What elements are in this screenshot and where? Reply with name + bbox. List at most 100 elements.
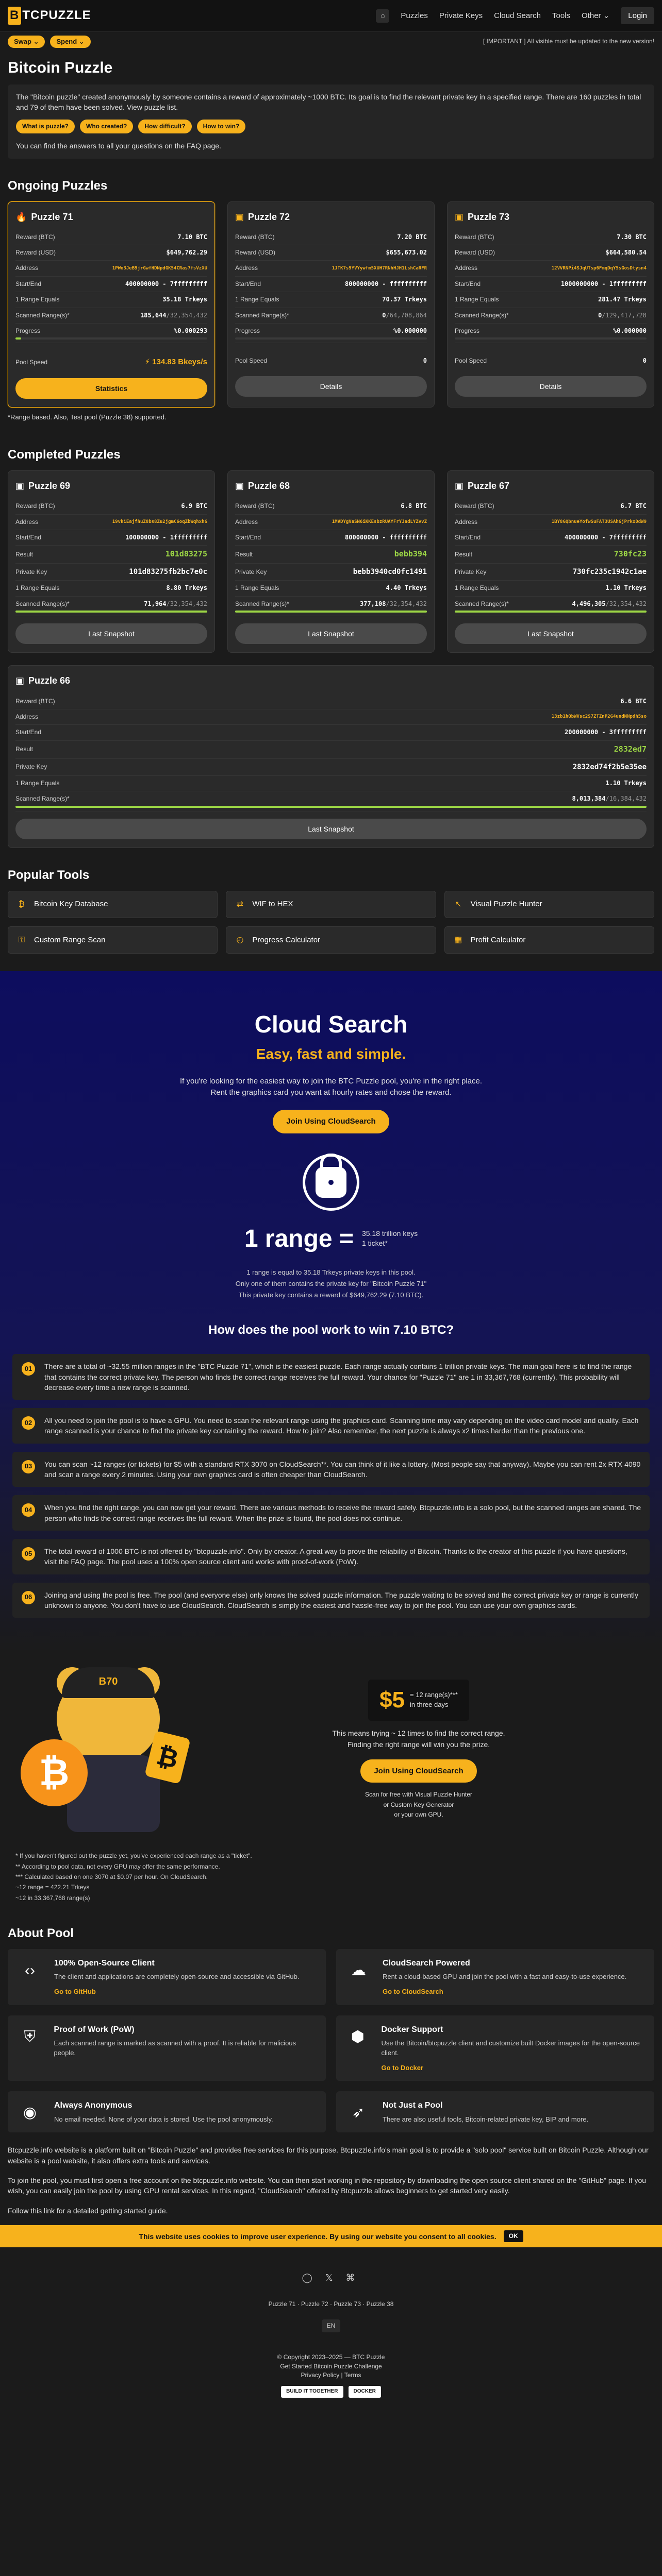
who-created-button[interactable]: Who created? xyxy=(80,120,134,134)
card-row-speed: Pool Speed ⚡ 134.83 Bkeys/s xyxy=(15,358,207,367)
scan-2[interactable]: or Custom Key Generator xyxy=(191,1800,647,1810)
card-row-address: Address 19vkiEajfhuZ8bs8Zu2jgmC6oqZbWqhxh… xyxy=(15,515,207,530)
card-row-scanned: Scanned Range(s)* 0/64,708,864 xyxy=(235,308,427,324)
scan-1[interactable]: Scan for free with Visual Puzzle Hunter xyxy=(191,1790,647,1800)
row-value[interactable]: 13zb1hQbWVsc2S7ZTZnP2G4undNNpdh5so xyxy=(552,714,647,720)
card-row-reward-btc: Reward (BTC) 7.10 BTC xyxy=(15,230,207,246)
about-link[interactable]: Go to CloudSearch xyxy=(383,1987,626,1997)
how-to-win-button[interactable]: How to win? xyxy=(196,120,246,134)
tool-icon: ₿ xyxy=(19,900,25,909)
page-title: Bitcoin Puzzle xyxy=(8,59,113,76)
top-nav: B TCPUZZLE ⌂ Puzzles Private Keys Cloud S… xyxy=(0,0,662,32)
home-icon[interactable]: ⌂ xyxy=(376,9,390,23)
tool-5[interactable]: ▦ Profit Calculator xyxy=(444,926,654,954)
about-title: Always Anonymous xyxy=(54,2101,133,2110)
row-value[interactable]: 1MVDYgVaSN6iKKEsbzRUAYFrYJadLYZvvZ xyxy=(332,519,427,526)
range-big: 1 range = xyxy=(244,1225,354,1252)
details-button[interactable]: Details xyxy=(235,376,427,397)
last-snapshot-button[interactable]: Last Snapshot xyxy=(235,623,427,645)
join-cloudsearch-button[interactable]: Join Using CloudSearch xyxy=(273,1109,389,1133)
card-row-progress: Progress %0.000000 xyxy=(235,324,427,344)
nav-tools[interactable]: Tools xyxy=(552,10,570,22)
ongoing-heading: Ongoing Puzzles xyxy=(8,178,108,193)
tool-3[interactable]: ⚿ Custom Range Scan xyxy=(8,926,218,954)
nav-puzzles[interactable]: Puzzles xyxy=(401,10,428,22)
promo-join-button[interactable]: Join Using CloudSearch xyxy=(360,1759,477,1783)
row-value: 1.10 Trkeys xyxy=(605,779,647,787)
row-label: Reward (USD) xyxy=(235,249,276,257)
tool-2[interactable]: ↖ Visual Puzzle Hunter xyxy=(444,890,654,918)
card-row-private-key: Private Key 2832ed74f2b5e35ee xyxy=(15,759,647,776)
row-label: Address xyxy=(15,713,39,720)
card-row-reward-btc: Reward (BTC) 7.30 BTC xyxy=(455,230,647,246)
row-value[interactable]: 1JTK7s9YVYywfm5XUH7RNhHJH1LshCaRFR xyxy=(332,265,427,272)
tool-4[interactable]: ◴ Progress Calculator xyxy=(226,926,436,954)
row-label: Private Key xyxy=(15,568,47,575)
card-row-private-key: Private Key 730fc235c1942c1ae xyxy=(455,564,647,581)
how-difficult-button[interactable]: How difficult? xyxy=(138,120,192,134)
cloud-subtitle: Easy, fast and simple. xyxy=(256,1045,406,1062)
about-text: Rent a cloud-based GPU and join the pool… xyxy=(383,1973,627,1981)
card-row-speed: Pool Speed 0 xyxy=(455,357,647,365)
row-value[interactable]: 1PWo3JeB9jrGwfHDNpdGK54CRas7fsVzXU xyxy=(112,265,207,272)
cloud-small-3: This private key contains a reward of $6… xyxy=(238,1291,424,1299)
what-is-puzzle-button[interactable]: What is puzzle? xyxy=(16,120,75,134)
footer-policies[interactable]: Privacy Policy | Terms xyxy=(0,2371,662,2380)
tool-label: Profit Calculator xyxy=(470,935,526,944)
tool-1[interactable]: ⇄ WIF to HEX xyxy=(226,890,436,918)
site-logo[interactable]: B TCPUZZLE xyxy=(8,7,121,25)
card-row-range: 1 Range Equals 70.37 Trkeys xyxy=(235,292,427,308)
cookie-ok-button[interactable]: OK xyxy=(503,2230,523,2243)
about-item-1: ☁ CloudSearch Powered Rent a cloud-based G… xyxy=(336,1948,654,2005)
row-label: Reward (BTC) xyxy=(235,502,275,510)
about-text: The client and applications are complete… xyxy=(54,1973,300,1981)
card-row-result: Result 2832ed7 xyxy=(15,741,647,759)
card-row-result: Result 730fc23 xyxy=(455,546,647,564)
card-row-private-key: Private Key 101d83275fb2bc7e0c xyxy=(15,564,207,581)
about-title: Docker Support xyxy=(381,2025,443,2034)
nav-private-keys[interactable]: Private Keys xyxy=(439,10,483,22)
row-value: 281.47 Trkeys xyxy=(598,296,647,303)
tool-icon: ↖ xyxy=(454,900,462,909)
language-selector[interactable]: EN xyxy=(321,2319,341,2333)
card-title: ▣ Puzzle 72 xyxy=(235,210,427,224)
progress-bar xyxy=(15,337,207,340)
row-value: 2832ed7 xyxy=(614,744,647,754)
row-label: Reward (USD) xyxy=(15,249,56,257)
tool-0[interactable]: ₿ Bitcoin Key Database xyxy=(8,890,218,918)
row-value[interactable]: 1BY8GQbnueYofwSuFAT3USAhGjPrkxDdW9 xyxy=(552,519,647,526)
footer-copyright: © Copyright 2023–2025 — BTC Puzzle xyxy=(277,2353,385,2361)
social-icons[interactable]: ◯ 𝕏 ⌘ xyxy=(0,2271,662,2284)
last-snapshot-button[interactable]: Last Snapshot xyxy=(15,818,647,839)
lock-icon: ▣ xyxy=(235,211,244,222)
footer-links[interactable]: Puzzle 71 · Puzzle 72 · Puzzle 73 · Puzz… xyxy=(0,2300,662,2309)
statistics-button[interactable]: Statistics xyxy=(15,378,207,399)
nav-cloud-search[interactable]: Cloud Search xyxy=(494,10,541,22)
footnote-4: ~12 in 33,367,768 range(s) xyxy=(15,1894,90,1902)
spend-pill[interactable]: Spend ⌄ xyxy=(50,35,91,48)
steps-list: 01 There are a total of ~32.55 million ra… xyxy=(0,1354,662,1618)
row-value: 7.20 BTC xyxy=(397,233,427,241)
last-snapshot-button[interactable]: Last Snapshot xyxy=(455,623,647,645)
about-link[interactable]: Go to Docker xyxy=(381,2063,645,2073)
row-value: $664,580.54 xyxy=(605,249,647,257)
ongoing-card-0: 🔥 Puzzle 71 Reward (BTC) 7.10 BTC Reward (… xyxy=(8,201,215,408)
row-label: Start/End xyxy=(455,533,481,541)
step-6: 06 Joining and using the pool is free. Th… xyxy=(12,1582,650,1618)
promo-p2: Finding the right range will win you the… xyxy=(347,1740,490,1749)
row-value[interactable]: 19vkiEajfhuZ8bs8Zu2jgmC6oqZbWqhxhG xyxy=(112,519,207,526)
row-label: 1 Range Equals xyxy=(15,779,60,787)
row-label: Start/End xyxy=(15,728,42,736)
about-text: There are also useful tools, Bitcoin-rel… xyxy=(383,2115,589,2123)
swap-pill[interactable]: Swap ⌄ xyxy=(8,35,45,48)
para-3: Follow this link for a detailed getting … xyxy=(8,2206,168,2215)
cookie-text: This website uses cookies to improve use… xyxy=(139,2232,496,2241)
row-value: 7.30 BTC xyxy=(617,233,647,241)
nav-other[interactable]: Other ⌄ xyxy=(582,10,609,22)
login-button[interactable]: Login xyxy=(621,7,654,25)
about-link[interactable]: Go to GitHub xyxy=(54,1987,299,1997)
row-value[interactable]: 12VVRNPi4SJqUTsp6FmqDqY5sGosDtysn4 xyxy=(552,265,647,272)
last-snapshot-button[interactable]: Last Snapshot xyxy=(15,623,207,645)
details-button[interactable]: Details xyxy=(455,376,647,397)
intro-box: The "Bitcoin puzzle" created anonymously… xyxy=(8,84,654,159)
